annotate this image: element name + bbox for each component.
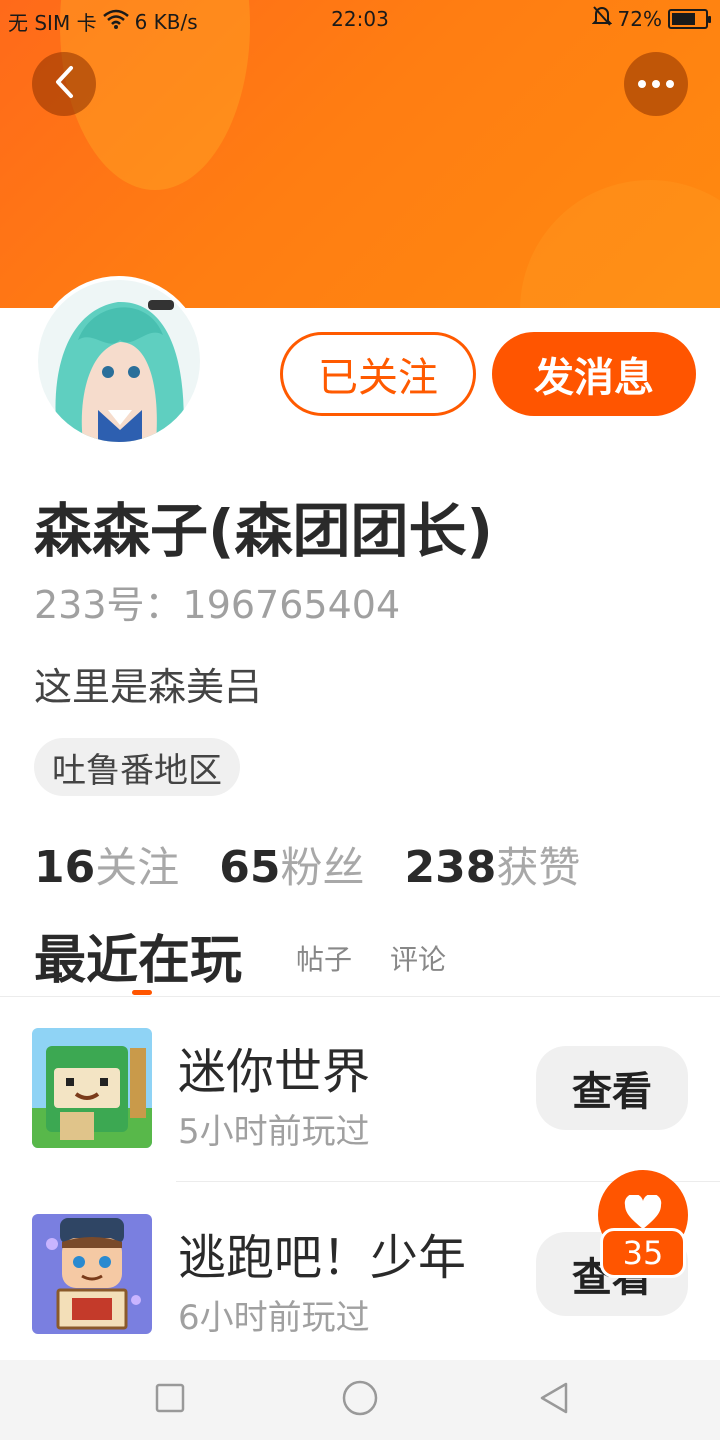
- stat-label: 获赞: [496, 843, 581, 892]
- profile-tabs: 最近在玩 帖子 评论: [34, 918, 694, 995]
- battery-percent: 72%: [617, 6, 662, 31]
- profile-stats: 16关注 65粉丝 238获赞: [34, 834, 580, 895]
- stat-following[interactable]: 16关注: [34, 834, 179, 895]
- tab-indicator: [132, 990, 152, 995]
- more-dots-icon: [638, 80, 674, 88]
- tab-recently-played[interactable]: 最近在玩: [34, 918, 242, 993]
- avatar[interactable]: [34, 276, 204, 446]
- home-button[interactable]: [340, 1380, 380, 1420]
- send-message-button[interactable]: 发消息: [492, 332, 696, 416]
- nav-back-button[interactable]: [534, 1380, 574, 1420]
- user-id: 233号：196765404: [34, 583, 401, 627]
- tab-comments[interactable]: 评论: [390, 938, 446, 978]
- avatar-illustration: [38, 280, 200, 442]
- divider: [0, 996, 720, 997]
- stat-fans[interactable]: 65粉丝: [219, 834, 364, 895]
- profile-banner: [0, 0, 720, 308]
- stat-label: 粉丝: [280, 843, 365, 892]
- region-tag: 吐鲁番地区: [34, 738, 240, 796]
- square-icon: [155, 1383, 185, 1417]
- view-button[interactable]: 查看: [536, 1046, 688, 1130]
- game-icon-mini-world: [32, 1028, 152, 1148]
- username: 森森子(森团团长): [34, 497, 494, 565]
- system-nav-bar: [0, 1360, 720, 1440]
- status-bar: 无 SIM 卡 6 KB/s 22:03 72%: [0, 0, 720, 38]
- stat-label: 关注: [95, 843, 180, 892]
- game-name: 迷你世界: [178, 1044, 371, 1100]
- circle-icon: [342, 1380, 378, 1420]
- list-item[interactable]: 迷你世界 5小时前玩过 查看: [0, 1028, 720, 1178]
- chevron-left-icon: [53, 65, 75, 103]
- game-last-played: 6小时前玩过: [178, 1298, 370, 1338]
- battery-icon: [668, 8, 711, 29]
- game-name: 逃跑吧！少年: [178, 1230, 467, 1286]
- banner-decoration: [520, 180, 720, 308]
- game-icon-run-boy: [32, 1214, 152, 1334]
- mute-bell-icon: [591, 5, 612, 32]
- followed-button[interactable]: 已关注: [280, 332, 476, 416]
- user-bio: 这里是森美吕: [34, 665, 263, 709]
- stat-value: 238: [404, 842, 497, 893]
- game-last-played: 5小时前玩过: [178, 1112, 370, 1152]
- stat-value: 65: [219, 842, 281, 893]
- triangle-back-icon: [538, 1381, 570, 1419]
- recent-apps-button[interactable]: [150, 1380, 190, 1420]
- more-button[interactable]: [624, 52, 688, 116]
- tab-posts[interactable]: 帖子: [296, 938, 352, 978]
- back-button[interactable]: [32, 52, 96, 116]
- stat-likes[interactable]: 238获赞: [405, 834, 581, 895]
- like-count-badge: 35: [600, 1228, 686, 1278]
- stat-value: 16: [34, 842, 96, 893]
